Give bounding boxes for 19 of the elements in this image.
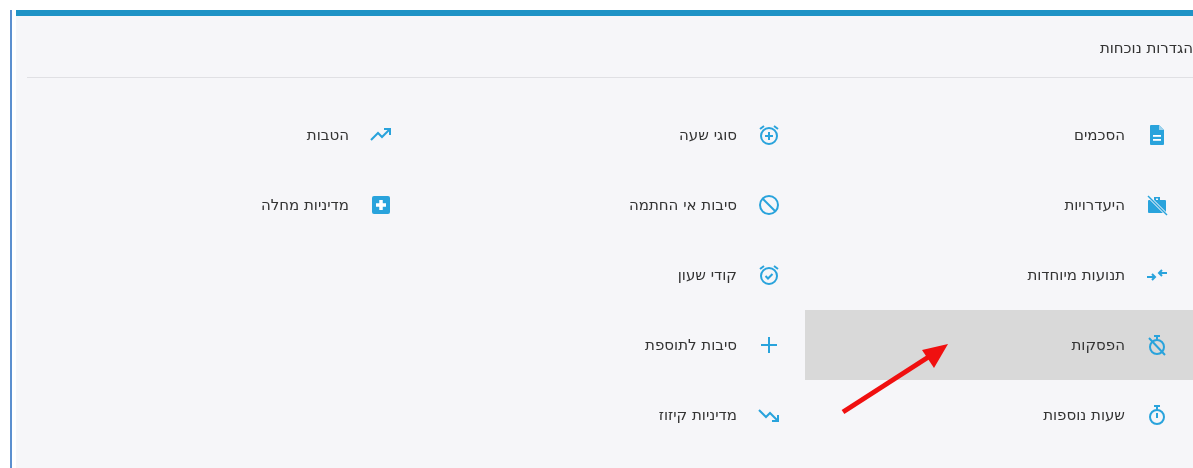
alarm-plus-icon: [757, 123, 781, 147]
settings-item[interactable]: סיבות לתוספת: [417, 310, 805, 380]
settings-item[interactable]: הטבות: [29, 100, 417, 170]
briefcase-slash-icon: [1145, 193, 1169, 217]
medical-plus-icon: [369, 193, 393, 217]
settings-item[interactable]: קודי שעון: [417, 240, 805, 310]
stopwatch-slash-icon: [1145, 333, 1169, 357]
panel-title: הגדרות נוכחות: [1099, 38, 1193, 57]
block-icon: [757, 193, 781, 217]
settings-item[interactable]: שעות נוספות: [805, 380, 1193, 450]
alarm-check-icon: [757, 263, 781, 287]
settings-item[interactable]: מדיניות מחלה: [29, 170, 417, 240]
settings-item[interactable]: הסכמים: [805, 100, 1193, 170]
settings-item[interactable]: תנועות מיוחדות: [805, 240, 1193, 310]
settings-item[interactable]: סיבות אי החתמה: [417, 170, 805, 240]
settings-item[interactable]: היעדרויות: [805, 170, 1193, 240]
settings-item[interactable]: הפסקות: [805, 310, 1193, 380]
settings-item[interactable]: סוגי שעה: [417, 100, 805, 170]
settings-item[interactable]: מדיניות קיזוז: [417, 380, 805, 450]
